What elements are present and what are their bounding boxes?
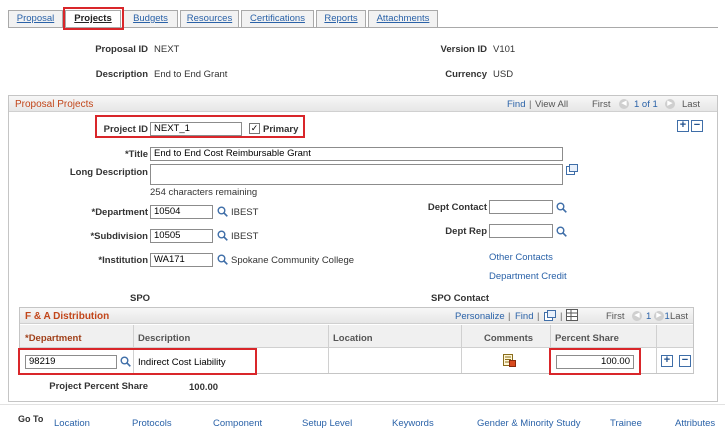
department-credit-link[interactable]: Department Credit bbox=[489, 271, 567, 282]
department-desc: IBEST bbox=[231, 207, 259, 218]
tab-budgets[interactable]: Budgets bbox=[123, 10, 178, 27]
comments-icon[interactable] bbox=[503, 354, 516, 367]
fa-distribution-title: F & A Distribution bbox=[25, 311, 110, 322]
proposal-id-value: NEXT bbox=[154, 44, 180, 55]
goto-label: Go To bbox=[18, 414, 44, 424]
find-link[interactable]: Find bbox=[507, 99, 525, 110]
version-id-label: Version ID bbox=[440, 44, 487, 55]
fa-distribution-header bbox=[20, 308, 693, 324]
dept-contact-lookup-icon[interactable] bbox=[556, 202, 567, 213]
institution-label: *Institution bbox=[98, 255, 148, 266]
personalize-link[interactable]: Personalize bbox=[455, 311, 505, 322]
dept-contact-field[interactable] bbox=[489, 200, 553, 214]
next-arrow-icon[interactable]: ▶ bbox=[665, 99, 675, 109]
goto-location-link[interactable]: Location bbox=[54, 418, 90, 429]
department-label: *Department bbox=[91, 207, 149, 218]
chars-remaining: 254 characters remaining bbox=[150, 187, 258, 198]
delete-row-icon[interactable]: − bbox=[691, 120, 703, 132]
description-value: End to End Grant bbox=[154, 69, 228, 80]
goto-protocols-link[interactable]: Protocols bbox=[132, 418, 172, 429]
title-label: *Title bbox=[124, 149, 148, 160]
proposal-projects-header bbox=[9, 96, 717, 112]
long-description-field[interactable] bbox=[150, 164, 563, 185]
institution-desc: Spokane Community College bbox=[231, 255, 355, 266]
col-header-department: *Department bbox=[25, 333, 82, 344]
highlight-percent-share bbox=[549, 348, 641, 375]
goto-keywords-link[interactable]: Keywords bbox=[392, 418, 434, 429]
highlight-fa-department bbox=[18, 348, 257, 375]
fa-delete-row-icon[interactable]: − bbox=[679, 355, 691, 367]
prev-arrow-icon[interactable]: ◀ bbox=[619, 99, 629, 109]
grid-first-label: First bbox=[606, 311, 625, 322]
range-label: 1 of 1 bbox=[634, 99, 658, 110]
version-id-value: V101 bbox=[493, 44, 516, 55]
goto-attributes-link[interactable]: Attributes bbox=[675, 418, 715, 429]
add-row-icon[interactable]: + bbox=[677, 120, 689, 132]
col-divider bbox=[328, 325, 329, 373]
grid-sep-2: | bbox=[537, 311, 540, 322]
currency-label: Currency bbox=[445, 69, 487, 80]
col-divider bbox=[461, 325, 462, 373]
dept-rep-label: Dept Rep bbox=[445, 226, 487, 237]
goto-divider bbox=[0, 404, 725, 405]
fa-add-row-icon[interactable]: + bbox=[661, 355, 673, 367]
tab-certifications[interactable]: Certifications bbox=[241, 10, 314, 27]
grid-sep-1: | bbox=[508, 311, 511, 322]
goto-component-link[interactable]: Component bbox=[213, 418, 262, 429]
grid-last-label: Last bbox=[670, 311, 688, 322]
goto-gender-minority-link[interactable]: Gender & Minority Study bbox=[477, 418, 581, 429]
long-description-label: Long Description bbox=[69, 167, 148, 178]
project-percent-share-label: Project Percent Share bbox=[49, 381, 148, 392]
goto-trainee-link[interactable]: Trainee bbox=[610, 418, 642, 429]
tab-proposal[interactable]: Proposal bbox=[8, 10, 63, 27]
description-label: Description bbox=[95, 69, 148, 80]
institution-field[interactable]: WA171 bbox=[150, 253, 213, 267]
goto-setup-level-link[interactable]: Setup Level bbox=[302, 418, 352, 429]
col-divider bbox=[656, 325, 657, 373]
col-header-comments: Comments bbox=[484, 333, 534, 344]
separator: | bbox=[529, 99, 532, 110]
other-contacts-link[interactable]: Other Contacts bbox=[489, 252, 553, 263]
col-header-description: Description bbox=[138, 333, 191, 344]
col-header-location: Location bbox=[333, 333, 373, 344]
subdivision-label: *Subdivision bbox=[90, 231, 148, 242]
tab-resources[interactable]: Resources bbox=[180, 10, 239, 27]
department-field[interactable]: 10504 bbox=[150, 205, 213, 219]
spo-label: SPO bbox=[130, 293, 151, 304]
dept-rep-lookup-icon[interactable] bbox=[556, 226, 567, 237]
subdivision-field[interactable]: 10505 bbox=[150, 229, 213, 243]
dept-contact-label: Dept Contact bbox=[427, 202, 487, 213]
proposal-projects-title: Proposal Projects bbox=[15, 99, 94, 110]
tab-attachments[interactable]: Attachments bbox=[368, 10, 438, 27]
grid-find-link[interactable]: Find bbox=[515, 311, 533, 322]
title-field[interactable]: End to End Cost Reimbursable Grant bbox=[150, 147, 563, 161]
tab-reports[interactable]: Reports bbox=[316, 10, 366, 27]
institution-lookup-icon[interactable] bbox=[217, 254, 228, 265]
subdivision-desc: IBEST bbox=[231, 231, 259, 242]
subdivision-lookup-icon[interactable] bbox=[217, 230, 228, 241]
view-in-new-window-icon[interactable] bbox=[544, 310, 556, 321]
last-label: Last bbox=[682, 99, 700, 110]
project-percent-share-value: 100.00 bbox=[189, 382, 219, 393]
highlight-project-id bbox=[95, 115, 305, 138]
download-grid-icon[interactable] bbox=[566, 309, 578, 321]
department-lookup-icon[interactable] bbox=[217, 206, 228, 217]
grid-next-arrow-icon[interactable]: ▶ bbox=[654, 311, 664, 321]
first-label: First bbox=[592, 99, 611, 110]
grid-sep-3: | bbox=[560, 311, 563, 322]
view-all-link[interactable]: View All bbox=[535, 99, 568, 110]
col-header-percent-share: Percent Share bbox=[555, 333, 619, 344]
dept-rep-field[interactable] bbox=[489, 224, 553, 238]
spo-contact-label: SPO Contact bbox=[431, 293, 490, 304]
grid-prev-arrow-icon[interactable]: ◀ bbox=[632, 311, 642, 321]
highlight-projects-tab bbox=[63, 7, 124, 30]
proposal-id-label: Proposal ID bbox=[95, 44, 148, 55]
currency-value: USD bbox=[493, 69, 514, 80]
expand-text-icon[interactable] bbox=[566, 164, 578, 175]
